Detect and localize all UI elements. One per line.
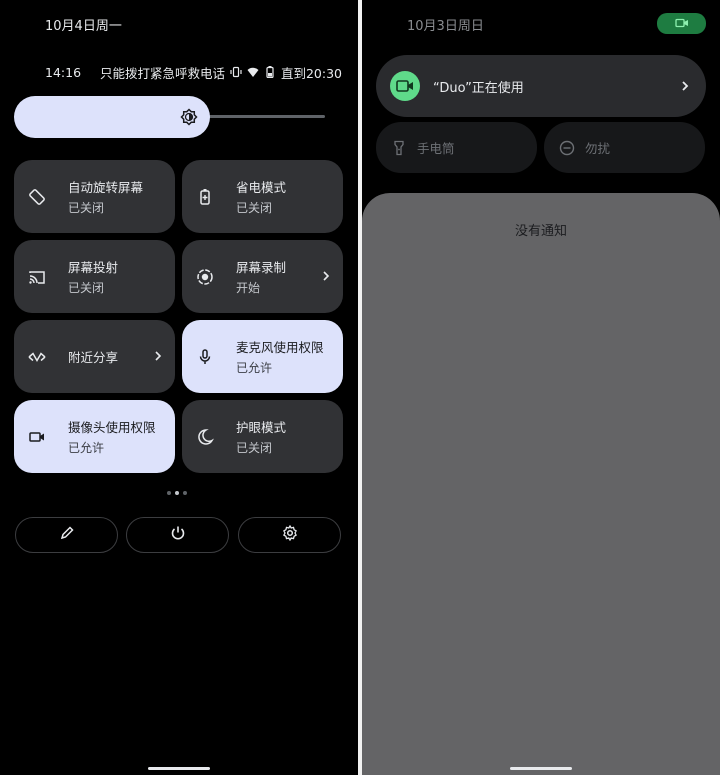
tile-cast[interactable]: 屏幕投射 已关闭	[14, 240, 175, 313]
tile-camera-access[interactable]: 摄像头使用权限 已允许	[14, 400, 175, 473]
brightness-icon	[180, 108, 198, 126]
flashlight-icon	[391, 140, 407, 156]
do-not-disturb-button[interactable]: 勿扰	[544, 122, 705, 173]
tile-battery-saver[interactable]: 省电模式 已关闭	[182, 160, 343, 233]
power-icon	[170, 525, 186, 545]
vibrate-icon	[230, 66, 242, 78]
duo-label: “Duo”正在使用	[433, 80, 524, 96]
settings-icon	[282, 524, 298, 545]
tile-subtitle: 已关闭	[68, 201, 105, 215]
microphone-icon	[196, 348, 214, 366]
video-camera-icon	[390, 71, 420, 101]
privacy-indicator-chip[interactable]	[657, 13, 706, 34]
tile-title: 麦克风使用权限	[236, 340, 324, 355]
duo-in-use-card[interactable]: “Duo”正在使用	[376, 55, 706, 117]
clock: 14:16	[45, 64, 82, 80]
date-label: 10月4日周一	[45, 19, 122, 34]
nearby-share-icon	[28, 348, 46, 366]
carrier-label: 只能拨打紧急呼救电话	[99, 65, 225, 81]
tile-title: 屏幕投射	[68, 260, 119, 275]
tile-title: 附近分享	[68, 350, 119, 365]
page-dot	[167, 491, 171, 495]
page-dot-active	[175, 491, 179, 495]
tile-microphone-access[interactable]: 麦克风使用权限 已允许	[182, 320, 343, 393]
tile-subtitle: 已允许	[68, 441, 105, 455]
flashlight-button[interactable]: 手电筒	[376, 122, 537, 173]
date-label: 10月3日周日	[407, 19, 484, 34]
tile-subtitle: 已关闭	[236, 441, 273, 455]
tile-title: 护眼模式	[236, 420, 287, 435]
quick-settings-panel: 10月4日周一 14:16 只能拨打紧急呼救电话 直到20:30 自动旋转屏幕 …	[0, 0, 358, 775]
navigation-handle[interactable]	[148, 767, 210, 770]
no-notifications-text: 没有通知	[514, 224, 567, 239]
battery-estimate: 直到20:30	[280, 65, 342, 81]
notification-shade: 10月3日周日 “Duo”正在使用 手电筒 勿扰 没有通知	[362, 0, 720, 775]
cast-icon	[28, 268, 46, 286]
navigation-handle[interactable]	[510, 767, 572, 770]
auto-rotate-icon	[28, 188, 46, 206]
tile-screen-record[interactable]: 屏幕录制 开始	[182, 240, 343, 313]
tile-subtitle: 已关闭	[68, 281, 105, 295]
notification-area: 没有通知	[362, 193, 720, 775]
edit-icon	[59, 525, 75, 545]
moon-icon	[196, 428, 214, 446]
status-right: 只能拨打紧急呼救电话 直到20:30	[100, 63, 342, 82]
tile-nearby-share[interactable]: 附近分享	[14, 320, 175, 393]
tile-title: 屏幕录制	[236, 260, 287, 275]
power-button[interactable]	[126, 517, 229, 553]
tile-subtitle: 开始	[236, 281, 261, 295]
chevron-right-icon	[680, 78, 690, 94]
tile-subtitle: 已允许	[236, 361, 273, 375]
brightness-slider[interactable]	[14, 96, 325, 138]
wifi-icon	[247, 66, 259, 78]
edit-button[interactable]	[15, 517, 118, 553]
chevron-right-icon	[321, 268, 331, 284]
tile-subtitle: 已关闭	[236, 201, 273, 215]
settings-button[interactable]	[238, 517, 341, 553]
tile-title: 省电模式	[236, 180, 287, 195]
battery-icon	[264, 66, 276, 78]
tile-title: 自动旋转屏幕	[68, 180, 144, 195]
chevron-right-icon	[153, 348, 163, 364]
tile-title: 摄像头使用权限	[68, 420, 156, 435]
screen-record-icon	[196, 268, 214, 286]
battery-saver-icon	[196, 188, 214, 206]
page-indicator	[167, 491, 187, 495]
do-not-disturb-label: 勿扰	[585, 141, 611, 156]
camera-icon	[674, 14, 689, 33]
page-dot	[183, 491, 187, 495]
status-bar: 14:16 只能拨打紧急呼救电话 直到20:30	[45, 63, 342, 81]
tile-auto-rotate[interactable]: 自动旋转屏幕 已关闭	[14, 160, 175, 233]
tile-night-light[interactable]: 护眼模式 已关闭	[182, 400, 343, 473]
camera-icon	[28, 428, 46, 446]
do-not-disturb-icon	[559, 140, 575, 156]
flashlight-label: 手电筒	[417, 141, 455, 156]
